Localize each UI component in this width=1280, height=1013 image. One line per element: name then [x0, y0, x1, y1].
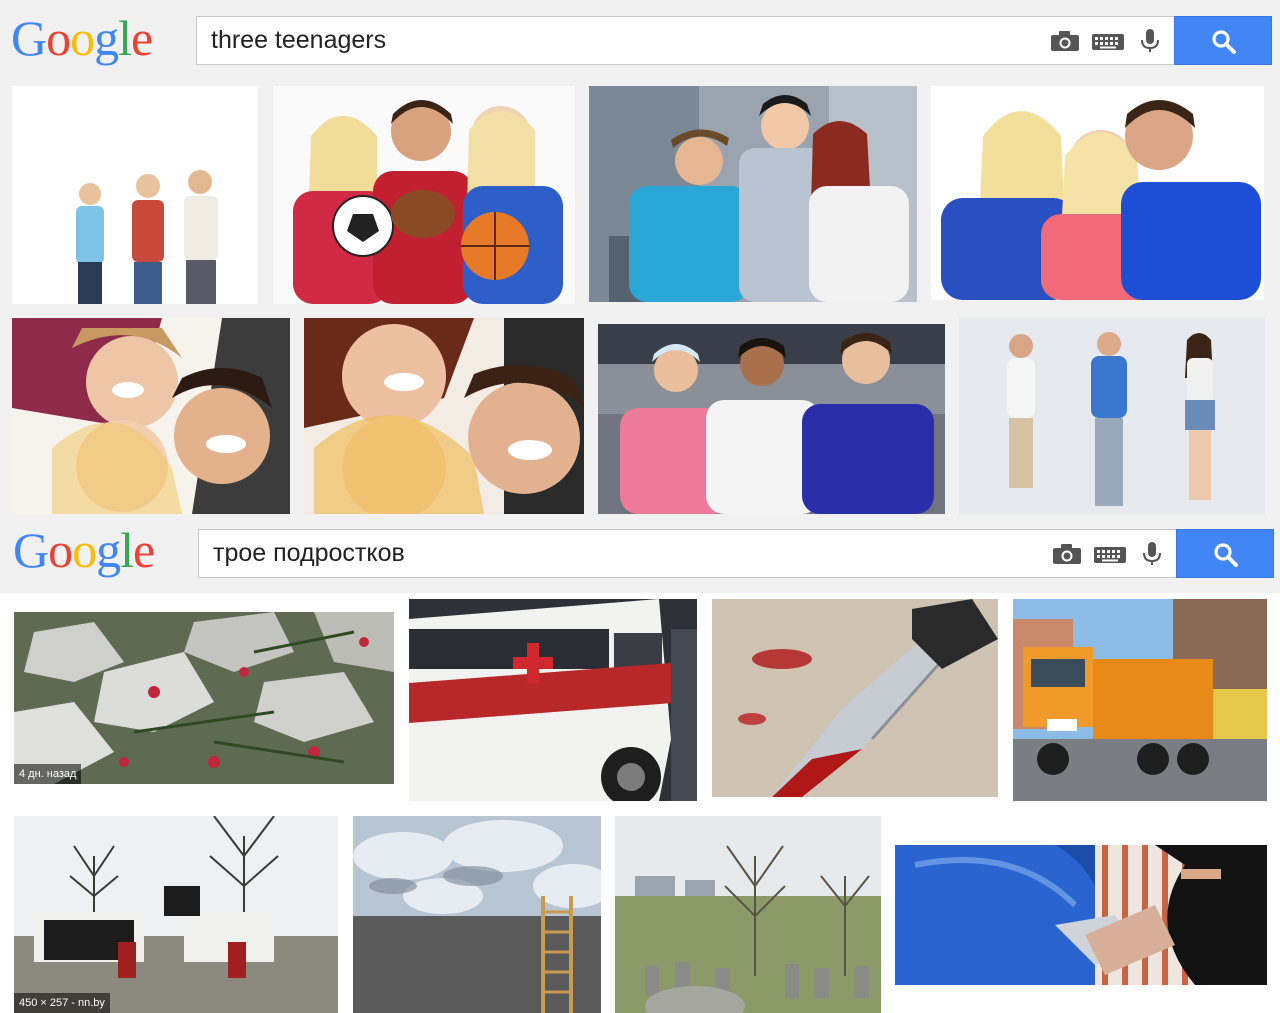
keyboard-icon[interactable] [1093, 542, 1127, 566]
image-result[interactable] [712, 599, 998, 797]
search-box[interactable]: three teenagers [196, 16, 1176, 65]
image-result[interactable] [598, 324, 945, 514]
camera-icon[interactable] [1049, 29, 1081, 53]
search-input[interactable]: трое подростков [213, 530, 405, 577]
search-input[interactable]: three teenagers [211, 17, 386, 64]
image-result[interactable]: 4 дн. назад [14, 612, 394, 784]
image-result[interactable] [589, 86, 917, 302]
image-result[interactable] [304, 318, 584, 514]
keyboard-icon[interactable] [1091, 29, 1125, 53]
image-caption: 4 дн. назад [14, 764, 82, 784]
search-box[interactable]: трое подростков [198, 529, 1178, 578]
image-caption: 450 × 257 - nn.by [14, 993, 110, 1013]
image-result[interactable] [12, 318, 290, 514]
image-result[interactable] [353, 816, 601, 1013]
microphone-icon[interactable] [1141, 542, 1163, 566]
results-panel-russian: Google трое подростков 4 дн. назад 450 ×… [0, 517, 1280, 1013]
google-logo[interactable]: Google [13, 525, 155, 575]
image-result[interactable]: 450 × 257 - nn.by [14, 816, 338, 1013]
results-panel-english: Google three teenagers [0, 0, 1280, 517]
search-icon [1214, 543, 1238, 567]
search-icon [1212, 30, 1236, 54]
image-result[interactable] [931, 86, 1264, 300]
microphone-icon[interactable] [1139, 29, 1161, 53]
image-result[interactable] [1013, 599, 1267, 801]
image-result[interactable] [615, 816, 881, 1013]
camera-icon[interactable] [1051, 542, 1083, 566]
image-result[interactable] [12, 86, 258, 304]
search-button[interactable] [1174, 16, 1272, 65]
image-result[interactable] [409, 599, 697, 801]
image-result[interactable] [895, 845, 1267, 985]
google-logo[interactable]: Google [11, 13, 153, 63]
search-button[interactable] [1176, 529, 1274, 578]
image-result[interactable] [273, 86, 575, 304]
image-result[interactable] [959, 318, 1265, 514]
